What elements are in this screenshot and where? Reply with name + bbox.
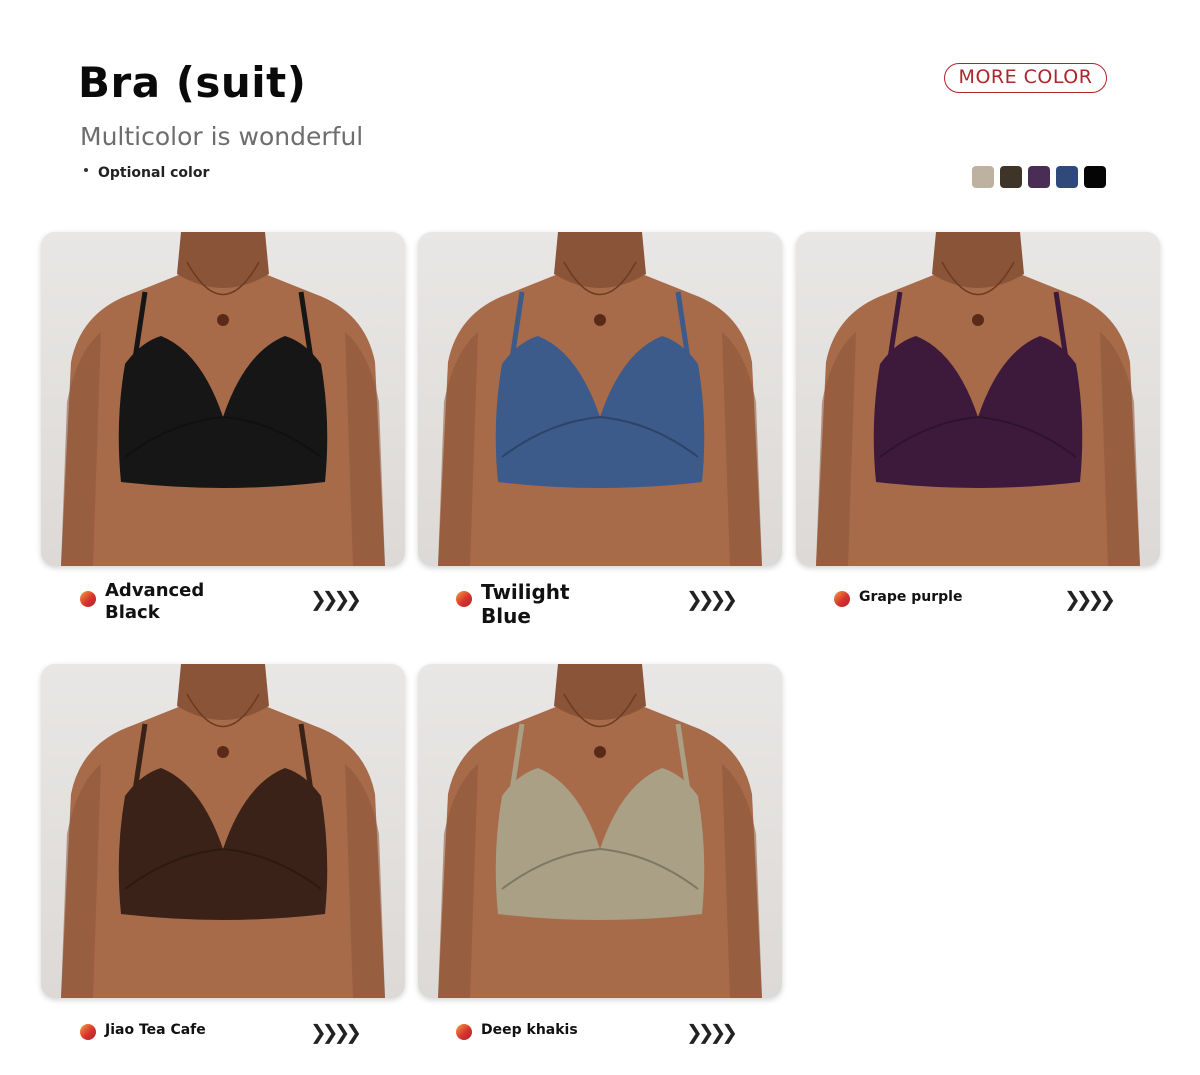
color-bullet-icon — [456, 591, 472, 607]
color-bullet-icon — [456, 1024, 472, 1040]
torso-shape — [438, 262, 762, 566]
product-label-grape-purple: Grape purple ❯❯❯❯ — [834, 587, 1134, 638]
page-title: Bra (suit) — [78, 58, 307, 107]
color-swatch-black[interactable] — [1084, 166, 1106, 188]
color-swatch-list — [972, 166, 1106, 188]
product-image-advanced-black[interactable] — [41, 232, 405, 566]
product-name: Grape purple — [859, 589, 963, 605]
neck-shape — [177, 664, 269, 720]
necklace-pendant — [594, 746, 606, 758]
more-color-button[interactable]: MORE COLOR — [944, 63, 1107, 93]
necklace-pendant — [594, 314, 606, 326]
model-illustration — [41, 664, 405, 998]
product-label-deep-khakis: Deep khakis ❯❯❯❯ — [456, 1020, 756, 1071]
torso-shape — [61, 694, 385, 998]
color-bullet-icon — [80, 1024, 96, 1040]
product-image-twilight-blue[interactable] — [418, 232, 782, 566]
product-name: Twilight Blue — [481, 580, 570, 628]
optional-color-label: Optional color — [84, 165, 209, 181]
neck-shape — [932, 232, 1024, 288]
necklace-pendant — [972, 314, 984, 326]
necklace-pendant — [217, 314, 229, 326]
product-image-jiao-tea-cafe[interactable] — [41, 664, 405, 998]
product-name: Deep khakis — [481, 1022, 578, 1038]
color-bullet-icon — [80, 591, 96, 607]
product-label-twilight-blue: Twilight Blue ❯❯❯❯ — [456, 580, 756, 630]
product-name: Jiao Tea Cafe — [105, 1022, 206, 1038]
product-name: Advanced Black — [105, 580, 205, 623]
chevrons-right-icon[interactable]: ❯❯❯❯ — [1064, 587, 1116, 611]
neck-shape — [554, 232, 646, 288]
model-illustration — [418, 232, 782, 566]
model-illustration — [796, 232, 1160, 566]
bullet-dot-icon — [84, 168, 88, 172]
chevrons-right-icon[interactable]: ❯❯❯❯ — [686, 1020, 738, 1044]
model-illustration — [41, 232, 405, 566]
page-subtitle: Multicolor is wonderful — [80, 122, 364, 151]
product-label-jiao-tea-cafe: Jiao Tea Cafe ❯❯❯❯ — [80, 1020, 380, 1071]
chevrons-right-icon[interactable]: ❯❯❯❯ — [310, 1020, 362, 1044]
optional-color-text: Optional color — [98, 165, 210, 181]
neck-shape — [554, 664, 646, 720]
model-illustration — [418, 664, 782, 998]
product-image-deep-khakis[interactable] — [418, 664, 782, 998]
torso-shape — [61, 262, 385, 566]
color-swatch-purple[interactable] — [1028, 166, 1050, 188]
color-bullet-icon — [834, 591, 850, 607]
color-swatch-blue[interactable] — [1056, 166, 1078, 188]
chevrons-right-icon[interactable]: ❯❯❯❯ — [310, 587, 362, 611]
torso-shape — [816, 262, 1140, 566]
torso-shape — [438, 694, 762, 998]
color-swatch-cafe[interactable] — [1000, 166, 1022, 188]
necklace-pendant — [217, 746, 229, 758]
product-label-advanced-black: Advanced Black ❯❯❯❯ — [80, 580, 380, 630]
neck-shape — [177, 232, 269, 288]
chevrons-right-icon[interactable]: ❯❯❯❯ — [686, 587, 738, 611]
color-swatch-khaki[interactable] — [972, 166, 994, 188]
product-image-grape-purple[interactable] — [796, 232, 1160, 566]
